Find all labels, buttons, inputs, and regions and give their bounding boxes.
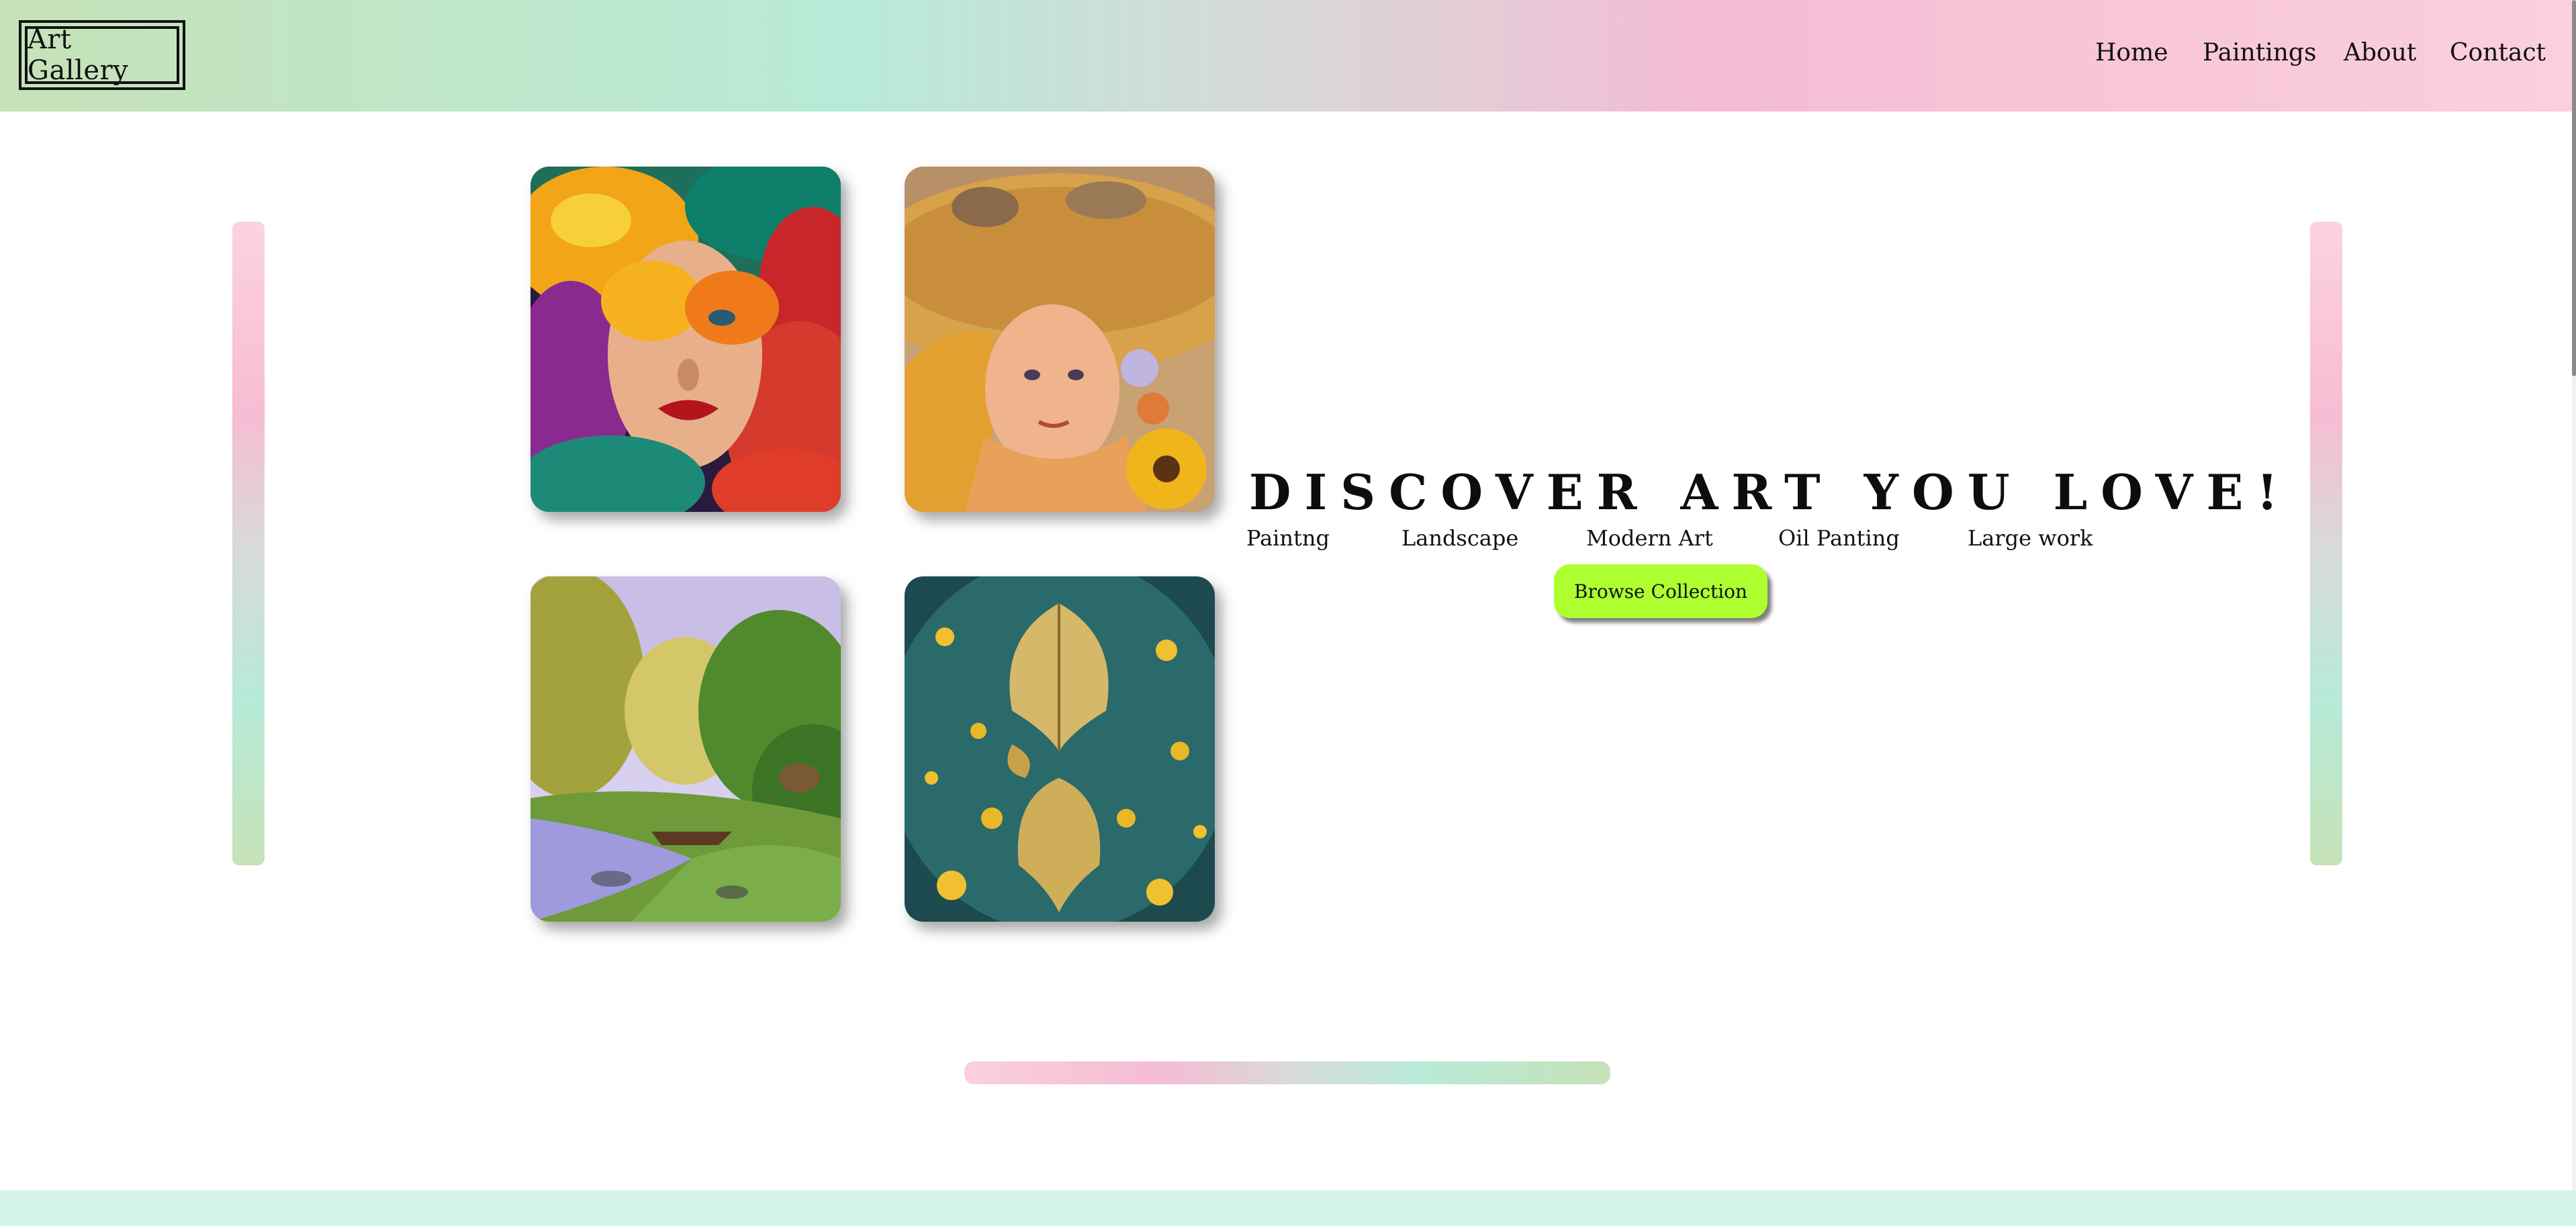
decorative-divider xyxy=(964,1061,1610,1084)
vertical-scrollbar[interactable] xyxy=(2572,0,2576,1226)
nav-contact-link[interactable]: Contact xyxy=(2450,39,2546,67)
browse-collection-button[interactable]: Browse Collection xyxy=(1554,564,1767,618)
page: Art Gallery Home Paintings About Contact xyxy=(0,0,2576,1226)
nav-about-link[interactable]: About xyxy=(2344,39,2416,67)
hero-title: DISCOVER ART YOU LOVE! xyxy=(1249,464,2291,521)
right-decorative-bar xyxy=(2310,222,2342,865)
artwork-river-landscape-image xyxy=(531,576,841,922)
nav-home-link[interactable]: Home xyxy=(2095,39,2168,67)
scrollbar-thumb[interactable] xyxy=(2572,0,2576,376)
artwork-colorful-face-image xyxy=(531,167,841,512)
nav-paintings-link[interactable]: Paintings xyxy=(2203,39,2316,67)
artwork-card[interactable] xyxy=(905,167,1215,512)
footer xyxy=(0,1190,2576,1226)
artwork-card[interactable] xyxy=(905,576,1215,922)
artwork-straw-hat-girl-image xyxy=(905,167,1215,512)
artwork-card[interactable] xyxy=(531,576,841,922)
artwork-golden-leaves-image xyxy=(905,576,1215,922)
left-decorative-bar xyxy=(232,222,265,865)
category-link-modern-art[interactable]: Modern Art xyxy=(1586,525,1713,551)
site-header: Art Gallery Home Paintings About Contact xyxy=(0,0,2576,112)
main-nav: Home Paintings About Contact xyxy=(0,39,2576,74)
category-link-large-work[interactable]: Large work xyxy=(1968,525,2093,551)
artwork-card[interactable] xyxy=(531,167,841,512)
category-link-painting[interactable]: Paintng xyxy=(1246,525,1330,551)
category-link-landscape[interactable]: Landscape xyxy=(1401,525,1518,551)
category-link-oil-painting[interactable]: Oil Panting xyxy=(1778,525,1900,551)
